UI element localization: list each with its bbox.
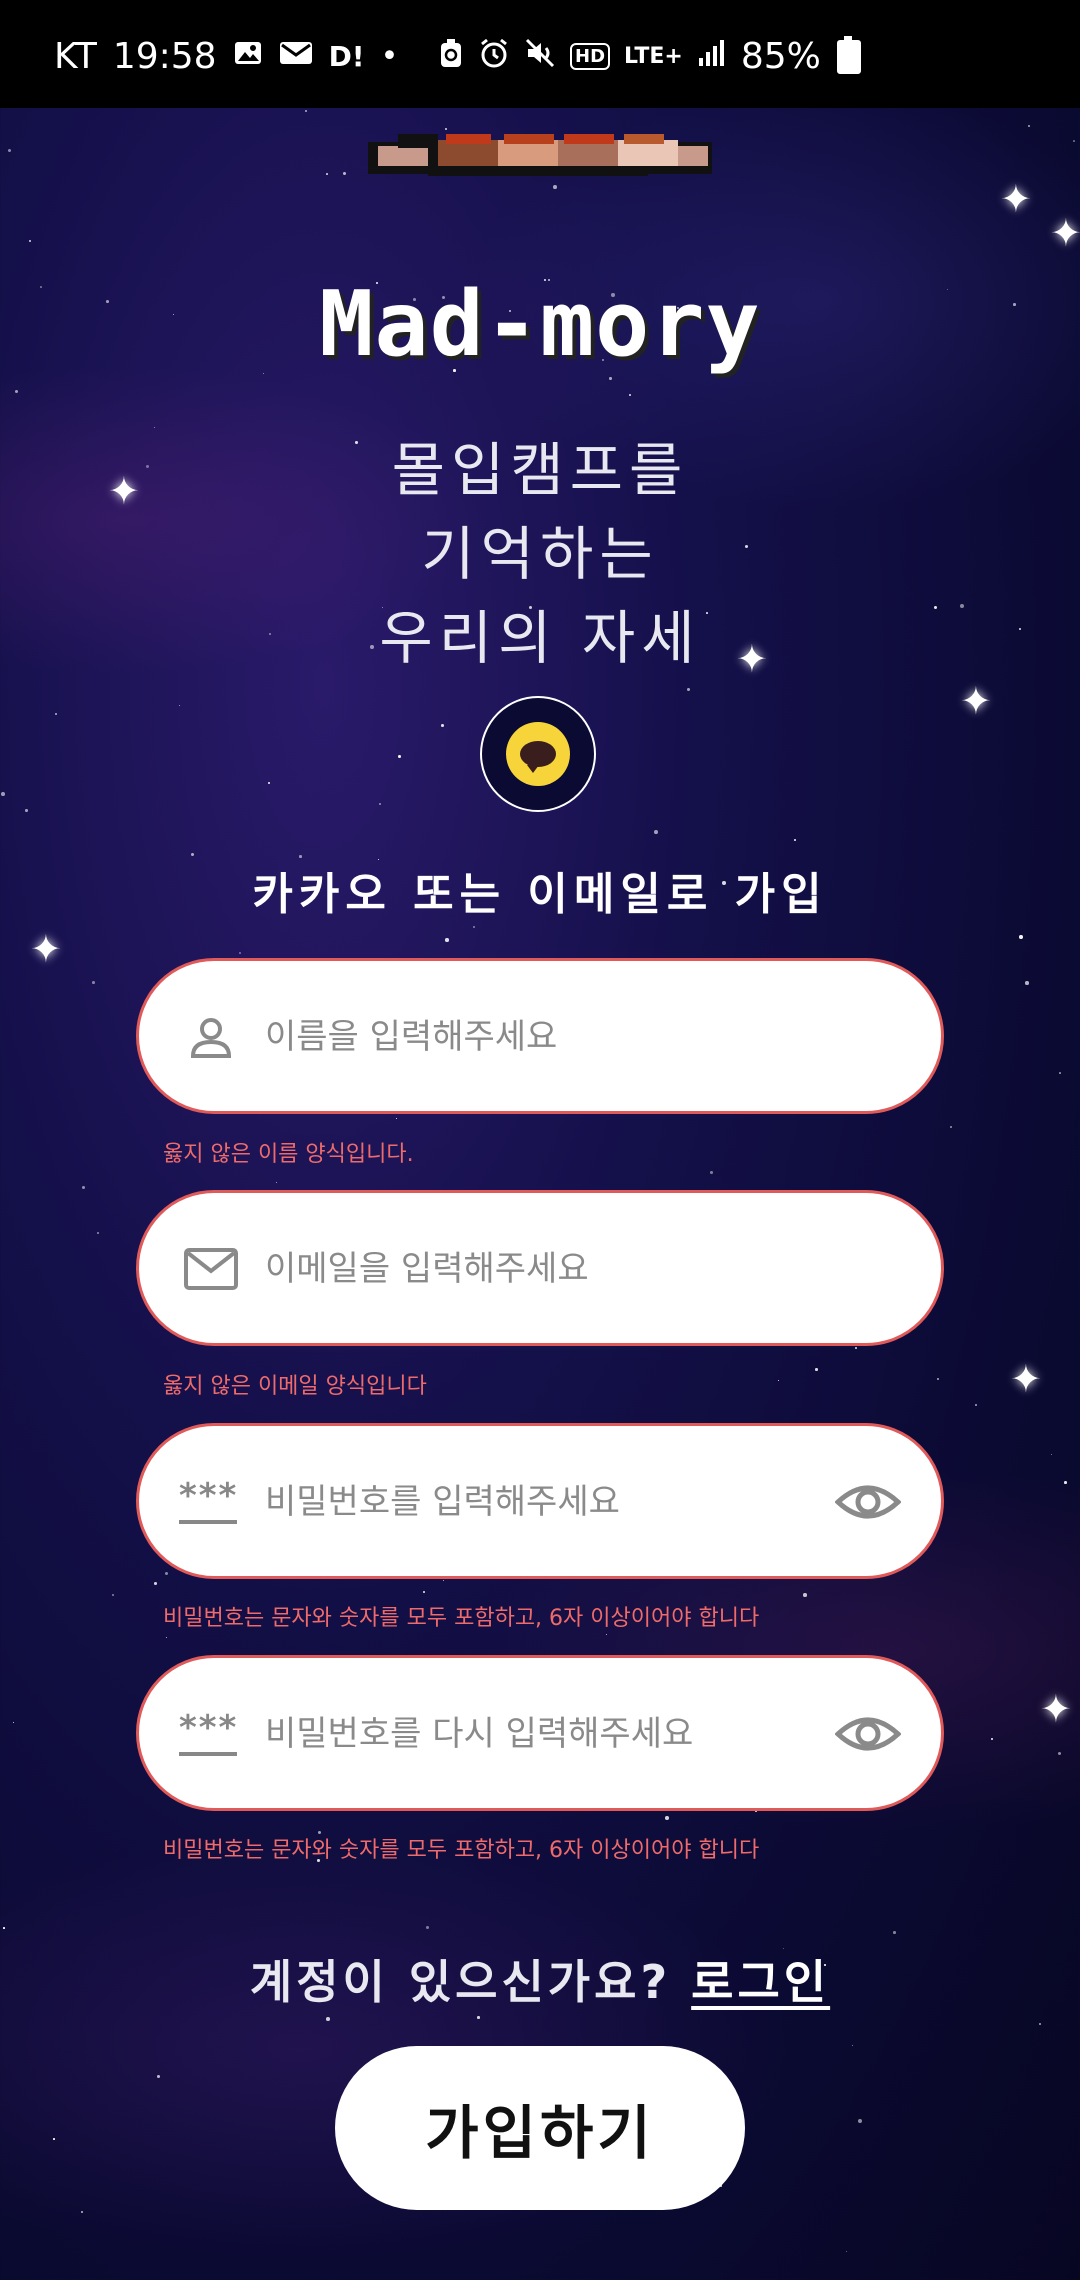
pixel-art-banner: [368, 130, 712, 186]
sparkle-star: ✦: [30, 927, 62, 971]
star: [165, 1572, 168, 1575]
star: [53, 2138, 55, 2140]
star: [379, 803, 381, 805]
password-input[interactable]: [263, 1426, 787, 1578]
star: [477, 2016, 480, 2019]
email-input[interactable]: [263, 1193, 787, 1345]
alarm-icon: [478, 37, 510, 77]
star: [1, 792, 5, 796]
sparkle-star: ✦: [1000, 177, 1032, 221]
star: [92, 981, 95, 984]
kakao-login-button[interactable]: [480, 696, 596, 812]
name-error: 옳지 않은 이름 양식입니다.: [163, 1142, 414, 1167]
star: [445, 938, 449, 942]
star: [154, 1582, 157, 1585]
sparkle-star: ✦: [1050, 211, 1080, 255]
name-field[interactable]: [136, 958, 944, 1114]
star: [858, 2119, 862, 2123]
gallery-icon: [233, 38, 263, 76]
carrier-label: KT: [54, 36, 97, 77]
star: [1064, 1481, 1067, 1484]
star: [426, 1926, 429, 1929]
email-error: 옳지 않은 이메일 양식입니다: [163, 1374, 427, 1399]
star: [654, 830, 658, 834]
password-icon-text: ***: [179, 1476, 239, 1516]
star: [112, 1594, 115, 1597]
star: [82, 1186, 85, 1189]
eye-icon[interactable]: [834, 1472, 902, 1532]
status-bar: KT 19:58 D! • HD LTE+ 85%: [0, 0, 1080, 108]
password-confirm-field[interactable]: ***: [136, 1655, 944, 1811]
login-prompt-text: 계정이 있으신가요?: [249, 1955, 672, 2009]
subtitle-line: 기억하는: [421, 520, 659, 588]
password-icon: ***: [179, 1476, 243, 1532]
subtitle-line: 몰입캠프를: [391, 436, 689, 504]
dot-icon: •: [380, 39, 399, 74]
star: [609, 377, 612, 380]
star: [29, 240, 31, 242]
status-bar-left: KT 19:58 D! •: [54, 36, 398, 77]
kakao-talk-icon: [506, 722, 570, 786]
mail-icon: [181, 1239, 241, 1299]
star: [893, 1931, 896, 1934]
star: [950, 1126, 952, 1128]
hd-icon: HD: [570, 43, 611, 70]
clock: 19:58: [112, 36, 217, 77]
password-confirm-input[interactable]: [263, 1658, 787, 1810]
star: [398, 755, 401, 758]
email-field[interactable]: [136, 1190, 944, 1346]
sparkle-star: ✦: [1040, 1687, 1072, 1731]
password-error: 비밀번호는 문자와 숫자를 모두 포함하고, 6자 이상이어야 합니다: [163, 1606, 760, 1631]
login-prompt: 계정이 있으신가요? 로그인: [0, 1946, 1080, 2012]
recycle-icon: [438, 37, 464, 77]
star: [157, 2075, 160, 2078]
star: [1051, 1454, 1052, 1455]
star: [855, 1347, 857, 1349]
mail-icon: [279, 38, 313, 76]
star: [975, 1404, 977, 1406]
star: [25, 809, 28, 812]
app-subtitle: 몰입캠프를 기억하는 우리의 자세: [0, 428, 1080, 680]
eye-icon[interactable]: [834, 1704, 902, 1764]
star: [423, 1591, 425, 1593]
star: [1059, 1072, 1061, 1074]
star: [629, 394, 631, 396]
star: [8, 149, 11, 152]
star: [1019, 935, 1023, 939]
battery-percent: 85%: [740, 36, 821, 77]
lte-icon: LTE+: [624, 44, 683, 69]
signal-icon: [697, 38, 727, 76]
star: [326, 173, 328, 175]
mute-icon: [524, 37, 556, 77]
signup-method-label: 카카오 또는 이메일로 가입: [252, 869, 828, 920]
star: [665, 1816, 669, 1820]
app-title: Mad-mory: [319, 272, 761, 377]
person-icon: [181, 1007, 241, 1067]
star: [1073, 140, 1075, 142]
sparkle-star: ✦: [1010, 1357, 1042, 1401]
star: [815, 1368, 818, 1371]
name-input[interactable]: [263, 961, 787, 1113]
sparkle-star: ✦: [960, 679, 992, 723]
signup-submit-button[interactable]: 가입하기: [335, 2046, 745, 2210]
subtitle-line: 우리의 자세: [379, 604, 701, 672]
password-icon: ***: [179, 1708, 243, 1764]
password-field[interactable]: ***: [136, 1423, 944, 1579]
battery-icon: [836, 35, 861, 74]
star: [1028, 125, 1030, 127]
star: [326, 2017, 330, 2021]
password-confirm-icon-text: ***: [179, 1708, 239, 1748]
status-bar-right: HD LTE+ 85%: [438, 35, 861, 77]
star: [803, 1593, 807, 1597]
star: [710, 1171, 713, 1174]
star: [441, 724, 444, 727]
password-confirm-error: 비밀번호는 문자와 숫자를 모두 포함하고, 6자 이상이어야 합니다: [163, 1838, 760, 1863]
star: [1025, 981, 1029, 985]
login-link[interactable]: 로그인: [691, 1955, 830, 2009]
d-icon: D!: [328, 40, 365, 73]
star: [3, 1927, 5, 1929]
